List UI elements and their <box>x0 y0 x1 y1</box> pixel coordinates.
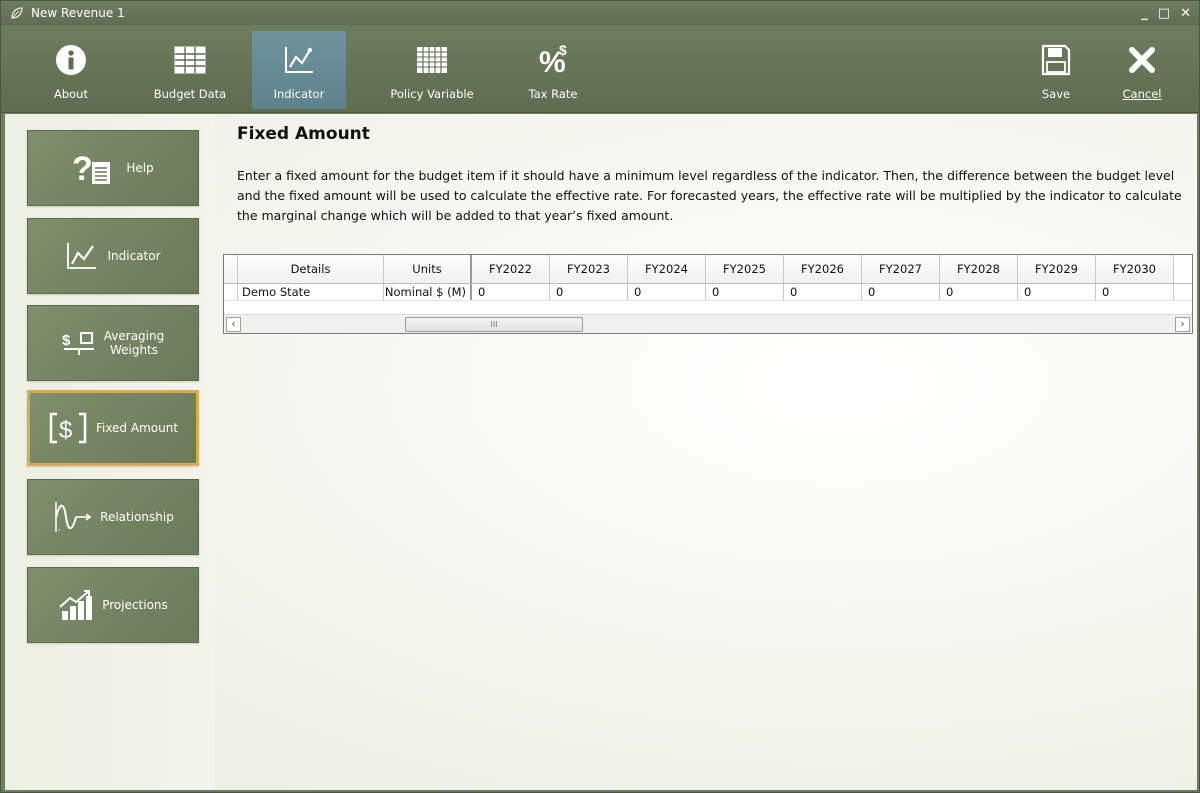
description-text: Enter a fixed amount for the budget item… <box>237 168 1182 223</box>
cell-fy2026[interactable]: 0 <box>784 284 862 300</box>
about-label: About <box>53 87 88 101</box>
indicator-button[interactable]: Indicator <box>252 31 346 109</box>
save-button[interactable]: Save <box>1031 31 1081 109</box>
scroll-right-arrow-icon[interactable]: › <box>1175 317 1190 332</box>
column-header-fy2029[interactable]: FY2029 <box>1018 255 1096 283</box>
bar-trend-icon <box>58 589 94 621</box>
cell-fy2027[interactable]: 0 <box>862 284 940 300</box>
cancel-button[interactable]: Cancel <box>1117 31 1167 109</box>
row-selector-header <box>224 255 238 283</box>
table-row: Demo State Nominal $ (M) 0 0 0 0 0 0 0 0… <box>224 284 1192 301</box>
sidebar-label-projections: Projections <box>102 598 168 612</box>
cell-fy2025[interactable]: 0 <box>706 284 784 300</box>
scale-weights-icon: $ <box>62 330 96 356</box>
cell-fy2024[interactable]: 0 <box>628 284 706 300</box>
cell-details[interactable]: Demo State <box>238 284 384 300</box>
scroll-left-arrow-icon[interactable]: ‹ <box>226 317 241 332</box>
content-area: ? Help Indicator $ Averaging Weights $ F… <box>5 114 1197 790</box>
cell-fy2022[interactable]: 0 <box>472 284 550 300</box>
sidebar-label-averaging: Averaging <box>103 329 165 343</box>
svg-text:?: ? <box>72 150 93 186</box>
cell-fy2030[interactable]: 0 <box>1096 284 1174 300</box>
line-chart-icon <box>65 241 99 271</box>
budget-data-button[interactable]: Budget Data <box>146 31 234 109</box>
sidebar-item-indicator[interactable]: Indicator <box>27 218 199 294</box>
cell-fy2023[interactable]: 0 <box>550 284 628 300</box>
minimize-button[interactable]: _ <box>1141 6 1148 21</box>
cancel-label: Cancel <box>1122 87 1162 101</box>
column-header-fy2030[interactable]: FY2030 <box>1096 255 1174 283</box>
close-x-icon <box>1122 41 1162 79</box>
scroll-grip: III <box>490 320 498 329</box>
table-grid-icon <box>170 41 210 79</box>
sidebar-item-help[interactable]: ? Help <box>27 130 199 206</box>
ribbon-toolbar: About Budget Data Indicator Policy Varia… <box>1 25 1199 113</box>
column-header-fy2025[interactable]: FY2025 <box>706 255 784 283</box>
column-header-fy2024[interactable]: FY2024 <box>628 255 706 283</box>
scrollbar-thumb[interactable]: III <box>405 317 583 332</box>
horizontal-scrollbar[interactable]: ‹ III › <box>224 314 1192 333</box>
bracket-dollar-icon: $ <box>48 411 88 445</box>
spreadsheet-icon <box>412 41 452 79</box>
window-title: New Revenue 1 <box>31 6 125 20</box>
app-window: New Revenue 1 _ □ ✕ About Budget Data In… <box>0 0 1200 793</box>
cell-fy2028[interactable]: 0 <box>940 284 1018 300</box>
sidebar-label-indicator: Indicator <box>107 249 161 263</box>
budget-data-label: Budget Data <box>153 87 227 101</box>
help-question-icon: ? <box>72 150 118 186</box>
save-label: Save <box>1041 87 1071 101</box>
info-icon <box>51 41 91 79</box>
svg-text:$: $ <box>59 417 72 444</box>
sidebar-label-fixed-amount: Fixed Amount <box>95 421 179 435</box>
about-button[interactable]: About <box>41 31 101 109</box>
column-header-fy2026[interactable]: FY2026 <box>784 255 862 283</box>
sidebar: ? Help Indicator $ Averaging Weights $ F… <box>5 114 215 790</box>
floppy-disk-icon <box>1036 41 1076 79</box>
svg-text:+: + <box>58 502 63 511</box>
column-header-fy2022[interactable]: FY2022 <box>472 255 550 283</box>
sidebar-label-relationship: Relationship <box>100 510 174 524</box>
column-header-units[interactable]: Units <box>384 255 472 283</box>
close-button[interactable]: ✕ <box>1180 6 1191 21</box>
column-header-fy2028[interactable]: FY2028 <box>940 255 1018 283</box>
indicator-label: Indicator <box>273 87 325 101</box>
tax-rate-button[interactable]: % $ Tax Rate <box>521 31 585 109</box>
sidebar-item-averaging-weights[interactable]: $ Averaging Weights <box>27 305 199 381</box>
grid-header-row: Details Units FY2022 FY2023 FY2024 FY202… <box>224 255 1192 284</box>
cell-units[interactable]: Nominal $ (M) <box>384 284 472 300</box>
sidebar-label-help: Help <box>126 161 154 175</box>
row-selector[interactable] <box>224 284 238 300</box>
sidebar-label-averaging-weights: Averaging Weights <box>104 329 164 357</box>
svg-text:$: $ <box>559 42 567 58</box>
line-chart-icon <box>279 41 319 79</box>
fixed-amount-grid: Details Units FY2022 FY2023 FY2024 FY202… <box>223 254 1193 334</box>
policy-variable-button[interactable]: Policy Variable <box>384 31 480 109</box>
svg-text:-: - <box>58 525 61 534</box>
tax-rate-label: Tax Rate <box>528 87 578 101</box>
sidebar-label-weights: Weights <box>109 343 159 357</box>
sidebar-item-fixed-amount[interactable]: $ Fixed Amount <box>27 390 199 466</box>
app-leaf-icon <box>9 5 25 21</box>
page-title: Fixed Amount <box>237 124 370 144</box>
title-bar: New Revenue 1 _ □ ✕ <box>1 1 1199 25</box>
percent-dollar-icon: % $ <box>533 41 573 79</box>
sidebar-item-relationship[interactable]: + - Relationship <box>27 479 199 555</box>
cell-fy2029[interactable]: 0 <box>1018 284 1096 300</box>
policy-variable-label: Policy Variable <box>390 87 474 101</box>
maximize-button[interactable]: □ <box>1158 6 1170 21</box>
column-header-fy2023[interactable]: FY2023 <box>550 255 628 283</box>
sidebar-item-projections[interactable]: Projections <box>27 567 199 643</box>
column-header-fy2027[interactable]: FY2027 <box>862 255 940 283</box>
wave-relationship-icon: + - <box>52 500 92 534</box>
svg-text:$: $ <box>62 332 71 349</box>
column-header-details[interactable]: Details <box>238 255 384 283</box>
